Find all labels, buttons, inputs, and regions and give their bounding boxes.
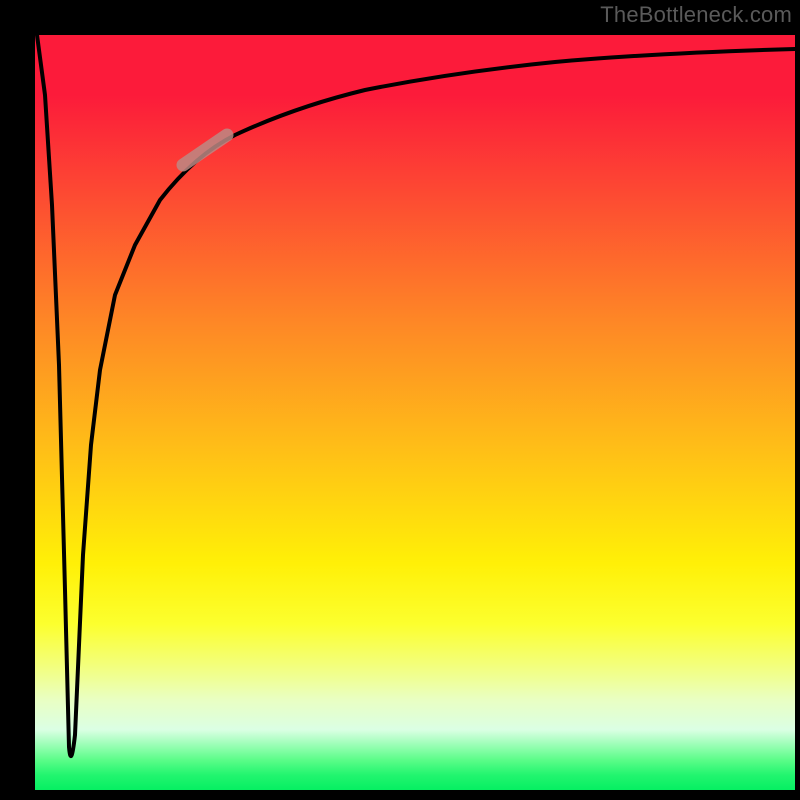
plot-area bbox=[35, 35, 795, 790]
curve-svg bbox=[35, 35, 795, 790]
watermark-text: TheBottleneck.com bbox=[600, 2, 792, 28]
curve-marker bbox=[183, 135, 227, 165]
chart-frame: TheBottleneck.com bbox=[0, 0, 800, 800]
bottleneck-curve bbox=[37, 35, 795, 756]
